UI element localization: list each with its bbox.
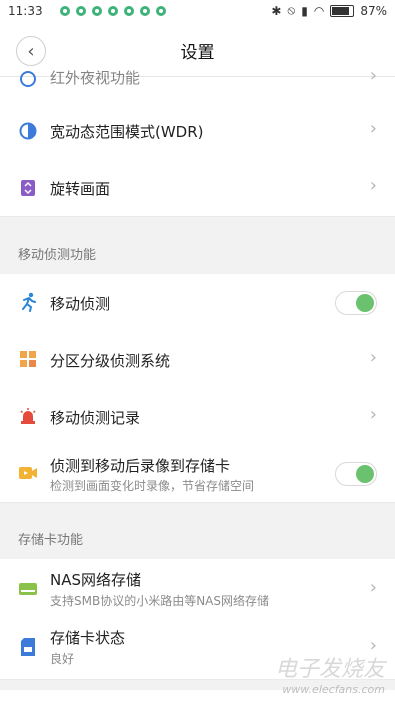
list-item-label: 宽动态范围模式(WDR) [50, 123, 204, 141]
list-item-label: NAS网络存储 [50, 571, 142, 589]
chevron-right-icon: › [369, 118, 377, 139]
page-title: 设置 [180, 43, 215, 63]
notification-icon [108, 6, 118, 16]
sd-card-icon [18, 637, 38, 657]
notification-icon [92, 6, 102, 16]
list-item-label: 分区分级侦测系统 [50, 352, 171, 370]
battery-level: 87% [360, 3, 387, 18]
list-item-label: 旋转画面 [50, 180, 111, 198]
watermark-url: www.elecfans.com [282, 683, 385, 696]
list-item-subtitle: 良好 [50, 652, 75, 666]
nas-drive-icon [18, 579, 38, 599]
list-item-label: 移动侦测 [50, 295, 111, 313]
chevron-right-icon: › [369, 577, 377, 598]
toggle-knob [356, 294, 374, 312]
notification-icon [60, 6, 70, 16]
running-person-icon [18, 292, 38, 312]
list-item-label: 红外夜视功能 [50, 69, 141, 87]
toggle-knob [356, 465, 374, 483]
list-item-rotate[interactable]: 旋转画面 › [0, 160, 395, 217]
list-item-label: 存储卡状态 [50, 629, 126, 647]
list-item-label: 移动侦测记录 [50, 409, 141, 427]
section-header-motion: 移动侦测功能 [18, 248, 97, 263]
list-item-record-to-sd[interactable]: 侦测到移动后录像到存储卡 检测到画面变化时录像，节省存储空间 [0, 445, 395, 503]
list-item-motion-records[interactable]: 移动侦测记录 › [0, 388, 395, 446]
mute-icon: ⦸ [287, 3, 296, 17]
section-header-storage: 存储卡功能 [18, 533, 84, 548]
list-item-zone-detect[interactable]: 分区分级侦测系统 › [0, 331, 395, 389]
battery-icon [330, 4, 355, 17]
list-item-nas[interactable]: NAS网络存储 支持SMB协议的小米路由等NAS网络存储 › [0, 559, 395, 620]
status-time: 11:33 [8, 4, 43, 18]
notification-icons [60, 6, 166, 16]
watermark-text: 电子发烧友 [274, 657, 385, 682]
wifi-icon: ◠ [313, 3, 325, 18]
motion-detect-toggle[interactable] [335, 291, 377, 315]
watermark: 电子发烧友 www.elecfans.com [275, 651, 385, 696]
notification-icon [124, 6, 134, 16]
status-bar: 11:33 ✱ ⦸ ▮ ◠ 87% [0, 0, 395, 24]
status-right: ✱ ⦸ ▮ ◠ 87% [271, 3, 387, 18]
video-camera-icon [18, 463, 38, 483]
chevron-right-icon: › [369, 347, 377, 368]
list-item-subtitle: 检测到画面变化时录像，节省存储空间 [50, 479, 255, 493]
notification-icon [76, 6, 86, 16]
notification-icon [140, 6, 150, 16]
alarm-light-icon [18, 406, 38, 426]
list-item-motion-detect[interactable]: 移动侦测 [0, 274, 395, 332]
list-item-label: 侦测到移动后录像到存储卡 [50, 457, 231, 475]
chevron-right-icon: › [369, 175, 377, 196]
notification-icon [156, 6, 166, 16]
moon-icon [18, 69, 38, 89]
chevron-right-icon: › [369, 404, 377, 425]
list-item-infrared[interactable]: 红外夜视功能 › [0, 65, 395, 104]
bluetooth-icon: ✱ [271, 3, 282, 18]
chevron-right-icon: › [369, 65, 377, 86]
record-sd-toggle[interactable] [335, 462, 377, 486]
signal-icon: ▮ [301, 3, 308, 18]
half-circle-icon [18, 121, 38, 141]
grid-icon [18, 349, 38, 369]
list-item-wdr[interactable]: 宽动态范围模式(WDR) › [0, 103, 395, 161]
rotate-icon [18, 178, 38, 198]
list-item-subtitle: 支持SMB协议的小米路由等NAS网络存储 [50, 594, 270, 608]
